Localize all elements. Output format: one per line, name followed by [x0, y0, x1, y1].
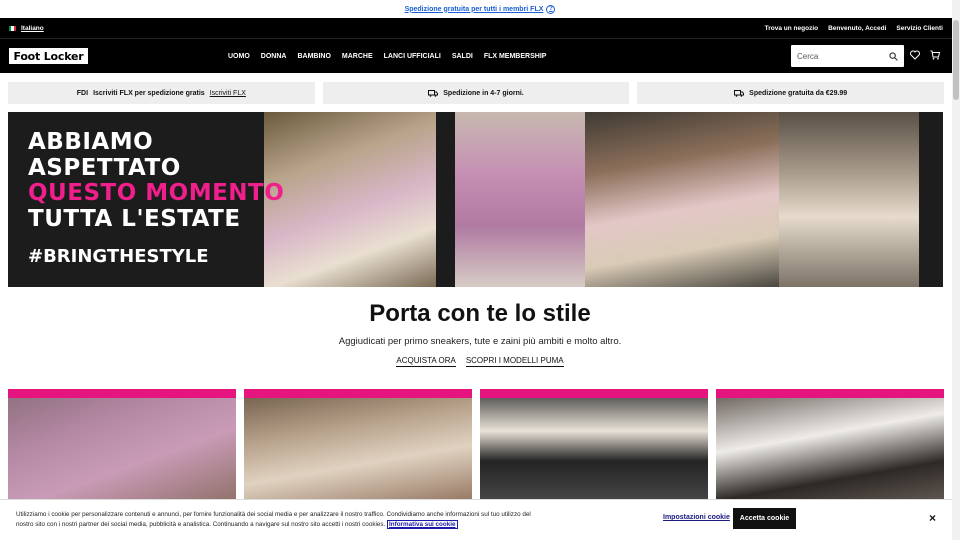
nav-item-flx-membership[interactable]: FLX MEMBERSHIP: [484, 53, 547, 60]
nav-item-saldi[interactable]: SALDI: [452, 53, 473, 60]
header-icons: [910, 50, 940, 60]
flx-signup-link[interactable]: Iscriviti FLX: [210, 90, 246, 97]
category-menu: UOMO DONNA BAMBINO MARCHE LANCI UFFICIAL…: [228, 39, 546, 74]
product-tile[interactable]: [244, 389, 472, 509]
tile-accent-band: [716, 389, 944, 398]
nav-item-marche[interactable]: MARCHE: [342, 53, 373, 60]
nav-item-bambino[interactable]: BAMBINO: [297, 53, 330, 60]
page-subtitle: Aggiudicati per primo sneakers, tute e z…: [338, 336, 622, 347]
hero-line-4: TUTTA L'ESTATE: [28, 205, 241, 232]
hero-banner[interactable]: ABBIAMO ASPETTATO QUESTO MOMENTO TUTTA L…: [8, 112, 943, 287]
product-tile[interactable]: [716, 389, 944, 509]
main-navigation: Foot Locker UOMO DONNA BAMBINO MARCHE LA…: [0, 38, 960, 73]
campaign-headline: Porta con te lo stile Aggiudicati per pr…: [0, 300, 960, 367]
nav-item-donna[interactable]: DONNA: [261, 53, 287, 60]
product-tiles: [0, 389, 960, 509]
search-placeholder: Cerca: [797, 51, 819, 61]
search-icon[interactable]: [889, 51, 898, 61]
cookie-policy-link[interactable]: Informativa sui cookie: [387, 520, 458, 529]
nav-item-lanci-ufficiali[interactable]: LANCI UFFICIALI: [384, 53, 441, 60]
heart-icon[interactable]: [910, 50, 920, 60]
cookie-settings-link[interactable]: Impostazioni cookie: [663, 514, 730, 521]
hero-line-1: ABBIAMO: [28, 129, 154, 155]
cart-icon[interactable]: [930, 50, 940, 60]
free-shipping-members-link[interactable]: Spedizione gratuita per tutti i membri F…: [404, 4, 556, 14]
hero-photo-group: [264, 112, 436, 287]
hero-photo-group-kids: [585, 112, 779, 287]
product-tile[interactable]: [8, 389, 236, 509]
promo-delivery-text: Spedizione in 4-7 giorni.: [443, 89, 524, 97]
utility-bar: Italiano Trova un negozio Benvenuto, Acc…: [0, 18, 960, 38]
promo-flx-text: Iscriviti FLX per spedizione gratis: [93, 89, 205, 97]
discover-puma-link[interactable]: SCOPRI I MODELLI PUMA: [465, 356, 564, 367]
scrollbar-thumb[interactable]: [953, 20, 959, 100]
sign-in-link[interactable]: Benvenuto, Accedi: [828, 25, 886, 32]
cta-links: ACQUISTA ORA SCOPRI I MODELLI PUMA: [0, 356, 960, 367]
promo-delivery-time: Spedizione in 4-7 giorni.: [322, 82, 630, 104]
language-label: Italiano: [21, 24, 44, 32]
cookie-message: Utilizziamo i cookie per personalizzare …: [16, 510, 536, 530]
cookie-banner: Utilizziamo i cookie per personalizzare …: [0, 499, 952, 540]
utility-links: Trova un negozio Benvenuto, Accedi Servi…: [765, 25, 943, 32]
hero-photo-skater: [779, 112, 919, 287]
page-scrollbar[interactable]: [952, 0, 960, 540]
nav-item-uomo[interactable]: UOMO: [228, 53, 250, 60]
hero-line-2: ASPETTATO: [28, 154, 181, 181]
accept-cookies-button[interactable]: Accetta cookie: [733, 508, 796, 529]
tile-accent-band: [244, 389, 472, 398]
truck-icon: [734, 89, 745, 97]
product-tile[interactable]: [480, 389, 708, 509]
customer-service-link[interactable]: Servizio Clienti: [896, 25, 943, 32]
truck-icon: [428, 89, 439, 97]
tile-accent-band: [8, 389, 236, 398]
promo-free-shipping: Spedizione gratuita da €29.99: [637, 82, 945, 104]
hero-photo-tracksuit: [455, 112, 585, 287]
flx-icon: FDI: [76, 89, 89, 97]
hero-headline: ABBIAMO ASPETTATO QUESTO MOMENTO TUTTA L…: [28, 129, 285, 232]
hero-hashtag: #BRINGTHESTYLE: [28, 246, 209, 267]
promo-flx-signup: FDI Iscriviti FLX per spedizione gratis …: [8, 82, 315, 104]
foot-locker-logo[interactable]: Foot Locker: [9, 48, 88, 64]
italy-flag-icon: [9, 25, 16, 31]
page-title: Porta con te lo stile: [369, 300, 591, 327]
close-icon[interactable]: ×: [929, 511, 936, 525]
hero-line-pink: QUESTO MOMENTO: [28, 180, 285, 206]
shop-now-link[interactable]: ACQUISTA ORA: [396, 356, 456, 367]
top-announcement-bar: Spedizione gratuita per tutti i membri F…: [0, 0, 960, 18]
promo-bar: FDI Iscriviti FLX per spedizione gratis …: [0, 73, 960, 104]
help-icon[interactable]: ?: [546, 4, 556, 14]
language-selector[interactable]: Italiano: [9, 25, 44, 32]
promo-free-shipping-text: Spedizione gratuita da €29.99: [749, 89, 848, 97]
free-shipping-members-text: Spedizione gratuita per tutti i membri F…: [404, 5, 544, 13]
tile-accent-band: [480, 389, 708, 398]
search-input[interactable]: Cerca: [791, 45, 904, 67]
store-locator-link[interactable]: Trova un negozio: [765, 25, 818, 32]
